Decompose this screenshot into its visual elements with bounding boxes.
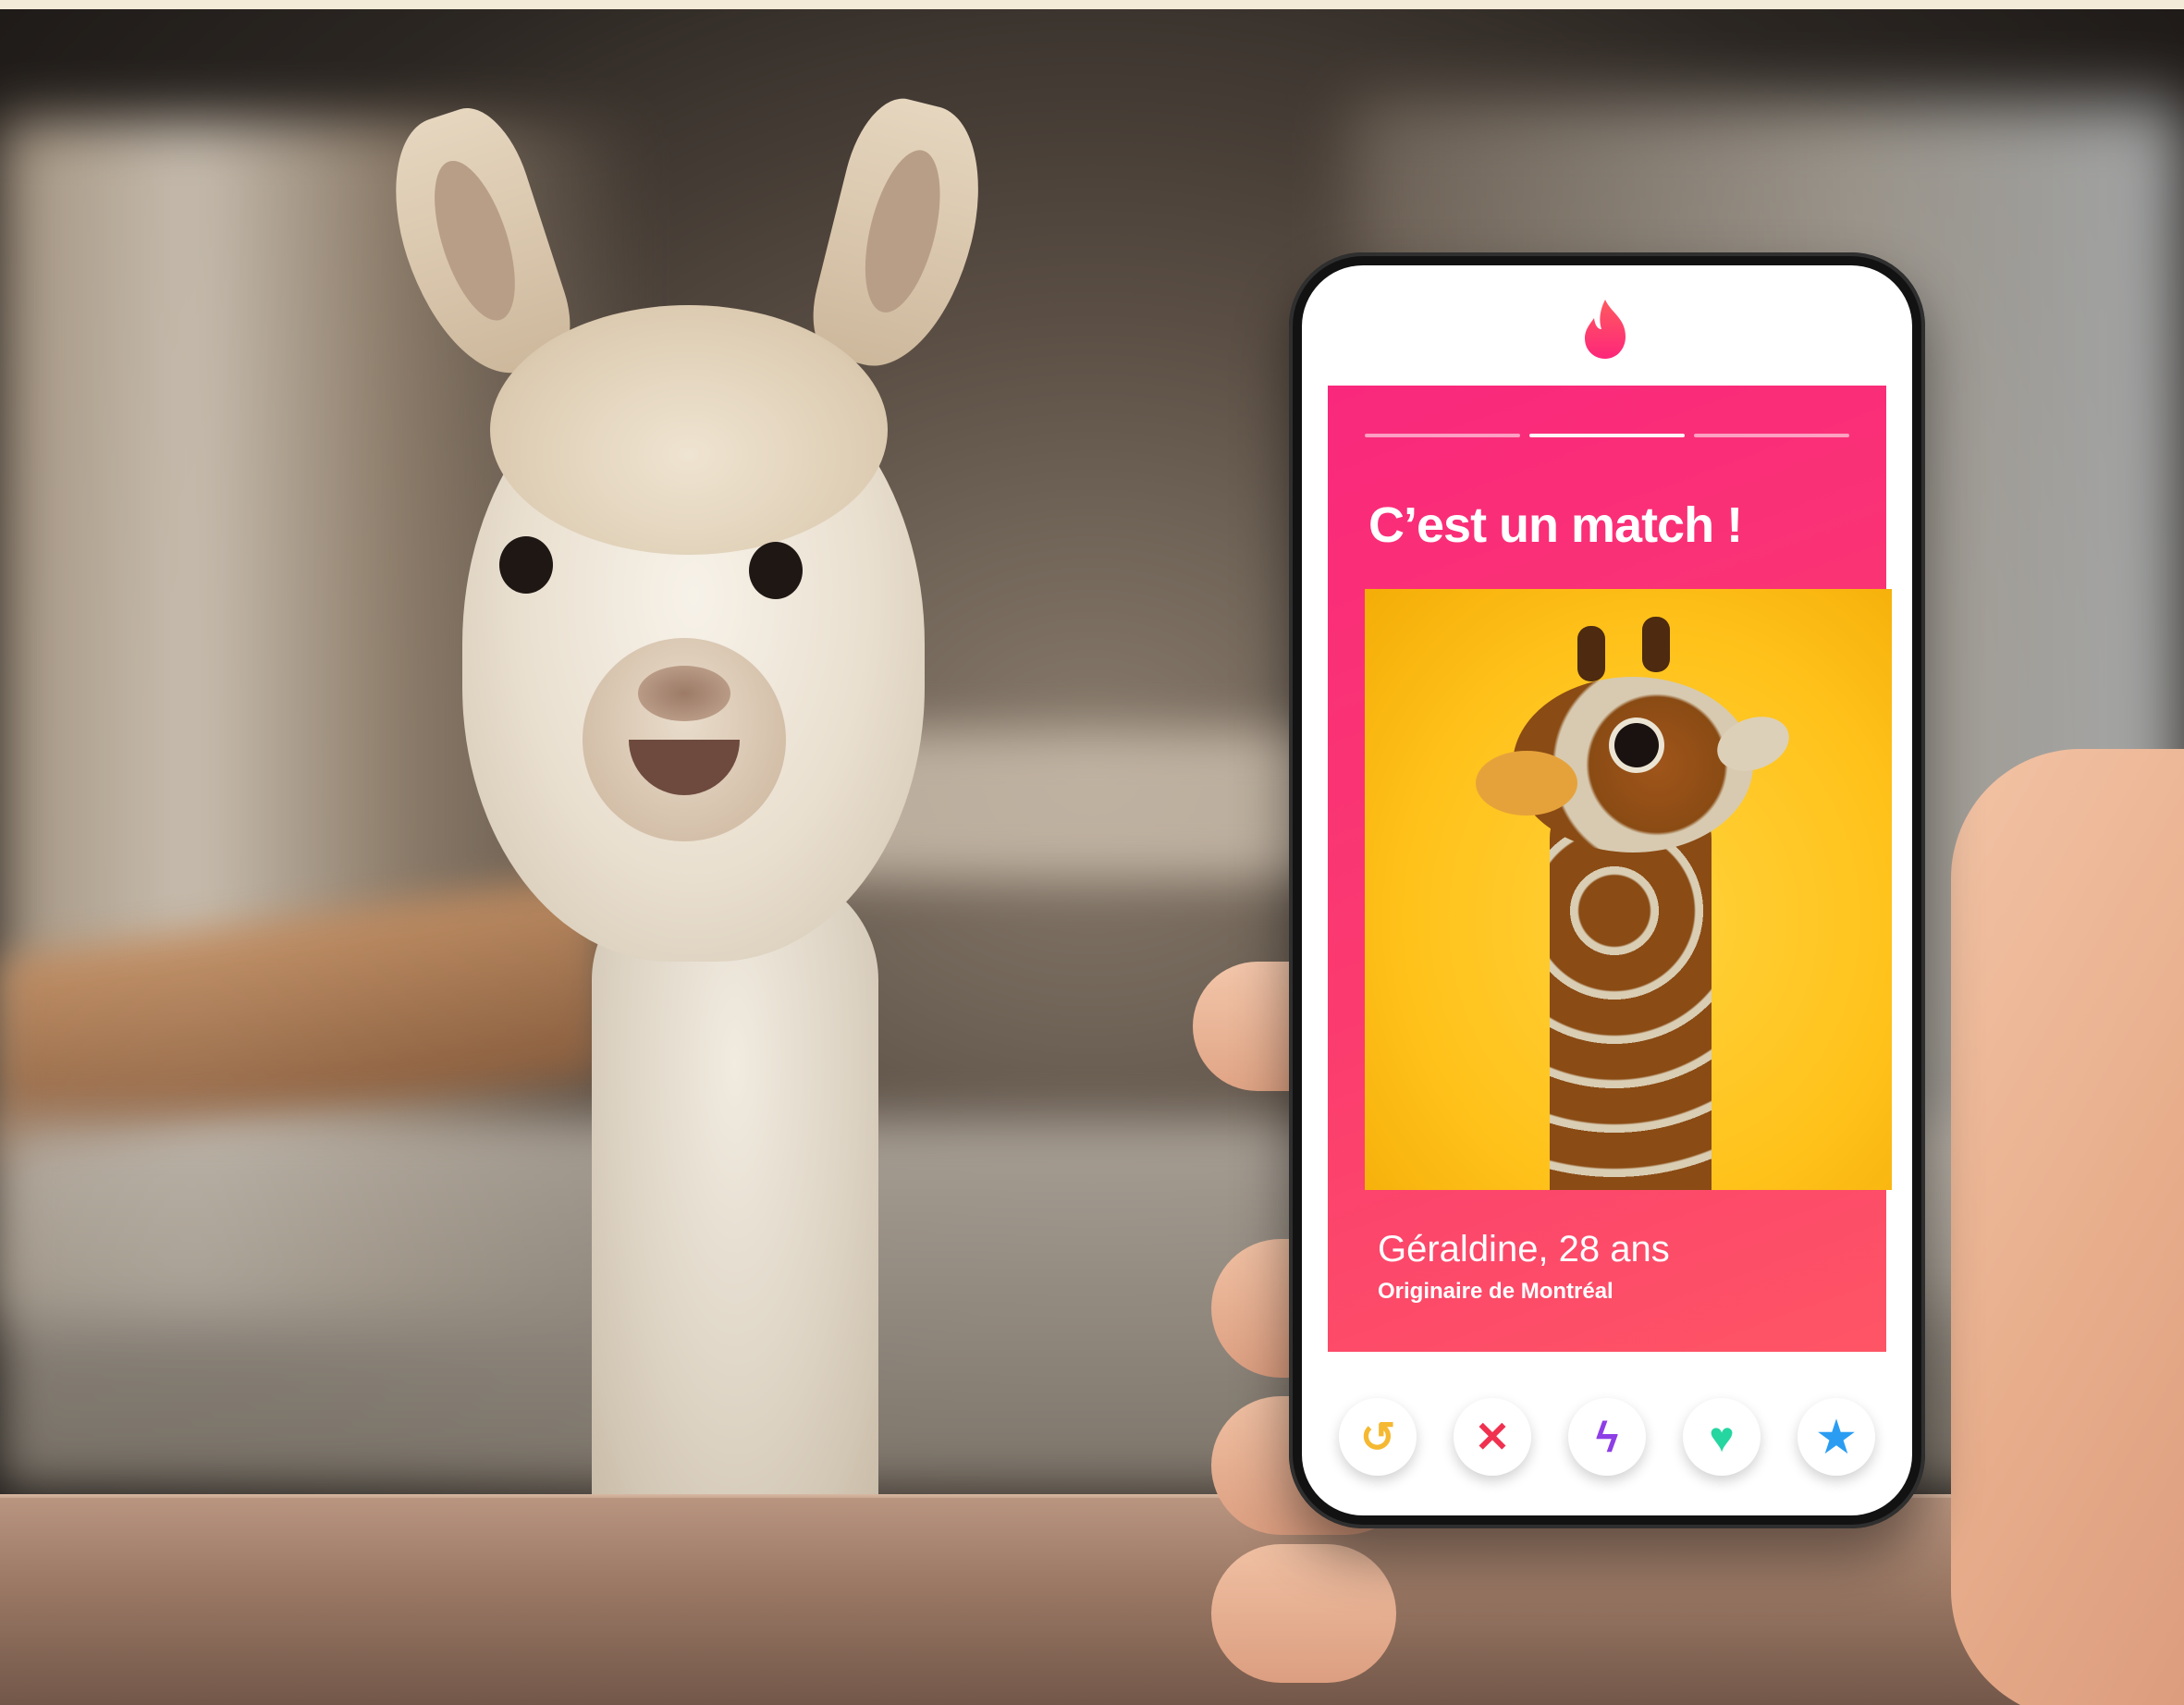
alpaca-neck (592, 869, 878, 1516)
giraffe-eye (1614, 723, 1659, 767)
alpaca-nose (638, 666, 730, 721)
star-icon: ★ (1817, 1413, 1856, 1461)
heart-icon: ♥ (1709, 1413, 1735, 1461)
match-card[interactable]: C’est un match ! Géraldine, 28 ans Origi… (1328, 386, 1892, 1352)
photo-progress-bar (1365, 434, 1849, 439)
giraffe-horn (1642, 617, 1670, 672)
action-bar: ↺ ✕ ϟ ♥ ★ (1339, 1398, 1875, 1481)
boost-button[interactable]: ϟ (1568, 1398, 1646, 1476)
profile-photo[interactable] (1365, 589, 1892, 1190)
giraffe-horn (1577, 626, 1605, 681)
alpaca-right-ear (802, 89, 1001, 383)
giraffe-snout (1476, 751, 1577, 816)
lightning-icon: ϟ (1595, 1413, 1619, 1461)
rewind-icon: ↺ (1359, 1413, 1396, 1461)
profile-origin: Originaire de Montréal (1378, 1279, 1613, 1304)
nope-button[interactable]: ✕ (1454, 1398, 1531, 1476)
like-button[interactable]: ♥ (1683, 1398, 1761, 1476)
super-like-button[interactable]: ★ (1798, 1398, 1875, 1476)
phone-screen: C’est un match ! Géraldine, 28 ans Origi… (1302, 265, 1912, 1515)
progress-segment (1365, 434, 1520, 437)
close-icon: ✕ (1474, 1413, 1511, 1461)
alpaca-fluffy-tuft (490, 305, 888, 555)
hand-finger (1211, 1544, 1396, 1683)
flame-logo-icon (1585, 300, 1626, 359)
progress-segment-active (1529, 434, 1685, 437)
hand-palm (1951, 749, 2184, 1705)
smartphone: C’est un match ! Géraldine, 28 ans Origi… (1289, 252, 1925, 1528)
alpaca-left-eye (499, 536, 553, 594)
alpaca (351, 89, 1017, 1516)
match-title: C’est un match ! (1368, 497, 1743, 553)
rewind-button[interactable]: ↺ (1339, 1398, 1417, 1476)
profile-name-age: Géraldine, 28 ans (1378, 1229, 1670, 1270)
alpaca-right-eye (749, 542, 803, 599)
progress-segment (1694, 434, 1849, 437)
